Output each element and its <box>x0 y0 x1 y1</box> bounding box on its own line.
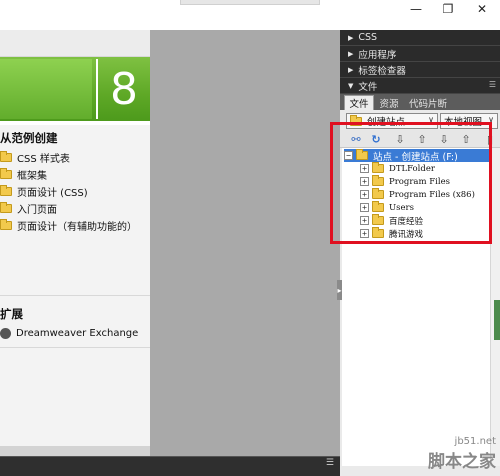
sample-item-label: 页面设计 (CSS) <box>17 187 88 199</box>
section-heading-extend: 扩展 <box>0 307 23 321</box>
start-page-banner: 8 <box>0 57 150 121</box>
minimize-button[interactable]: — <box>400 0 432 18</box>
exchange-link-label: Dreamweaver Exchange <box>16 327 139 339</box>
watermark-site: jb51.net <box>454 436 496 447</box>
exchange-link[interactable]: Dreamweaver Exchange <box>0 325 138 341</box>
restore-icon: ❐ <box>442 2 454 16</box>
sample-item-label: 框架集 <box>17 170 47 182</box>
banner-logo-area <box>0 59 92 119</box>
start-page-content: 从范例创建 CSS 样式表 框架集 页面设计 (CSS) 入门页面 页面设计（有… <box>0 125 150 450</box>
tab-snippets[interactable]: 代码片断 <box>406 95 450 110</box>
minimize-icon: — <box>410 2 422 16</box>
annotation-highlight-box <box>330 122 492 244</box>
panel-options-icon[interactable]: ☰ <box>326 458 334 468</box>
window-titlebar: — ❐ ✕ <box>0 0 500 30</box>
close-icon: ✕ <box>476 2 488 16</box>
collapsed-arrow-icon: ▶ <box>348 49 354 58</box>
section-heading-create-from-sample: 从范例创建 <box>0 131 58 145</box>
close-button[interactable]: ✕ <box>466 0 498 18</box>
files-tab-strip: 文件 资源 代码片断 <box>340 94 500 110</box>
sample-item-label: CSS 样式表 <box>17 153 70 165</box>
restore-button[interactable]: ❐ <box>432 0 464 18</box>
properties-panel-bar: ☰ <box>0 456 340 476</box>
sample-item-page-design-css[interactable]: 页面设计 (CSS) <box>0 183 88 199</box>
version-number: 8 <box>96 59 150 119</box>
tab-files[interactable]: 文件 <box>344 95 374 110</box>
start-page-footer <box>0 446 150 456</box>
sample-item-starter-page[interactable]: 入门页面 <box>0 200 57 216</box>
section-divider <box>0 347 150 348</box>
panel-header-files[interactable]: ▼ 文件 ☰ <box>340 78 500 94</box>
sample-item-page-design-accessible[interactable]: 页面设计（有辅助功能的） <box>0 217 137 233</box>
document-background <box>150 30 340 456</box>
sample-item-label: 入门页面 <box>17 204 57 216</box>
panel-options-icon[interactable]: ☰ <box>489 80 496 89</box>
panel-header-label: 应用程序 <box>358 49 397 61</box>
start-page: 8 从范例创建 CSS 样式表 框架集 页面设计 (CSS) 入门页面 页面设计… <box>0 30 150 450</box>
watermark-name: 脚本之家 <box>428 452 496 472</box>
sample-item-css[interactable]: CSS 样式表 <box>0 149 70 165</box>
exchange-icon <box>0 327 11 339</box>
panel-header-label: CSS <box>358 32 378 43</box>
folder-icon <box>0 218 12 230</box>
panel-header-application[interactable]: ▶ 应用程序 <box>340 46 500 62</box>
section-divider <box>0 295 150 296</box>
panel-header-tag-inspector[interactable]: ▶ 标签检查器 <box>340 62 500 78</box>
folder-icon <box>0 201 12 213</box>
panel-header-label: 文件 <box>358 81 378 93</box>
folder-icon <box>0 167 12 179</box>
collapsed-arrow-icon: ▶ <box>348 65 354 74</box>
panel-grip-handle[interactable] <box>494 300 500 340</box>
panel-header-label: 标签检查器 <box>358 65 406 77</box>
sample-item-frameset[interactable]: 框架集 <box>0 166 47 182</box>
tab-assets[interactable]: 资源 <box>378 95 400 110</box>
folder-icon <box>0 150 12 162</box>
sample-item-label: 页面设计（有辅助功能的） <box>17 221 137 233</box>
start-page-top-band <box>0 30 150 57</box>
folder-icon <box>0 184 12 196</box>
title-tab <box>180 0 320 5</box>
panel-header-css[interactable]: ▶ CSS <box>340 30 500 46</box>
expanded-arrow-icon: ▼ <box>348 81 354 90</box>
collapsed-arrow-icon: ▶ <box>348 33 354 42</box>
watermark: jb51.net 脚本之家 <box>428 436 496 472</box>
